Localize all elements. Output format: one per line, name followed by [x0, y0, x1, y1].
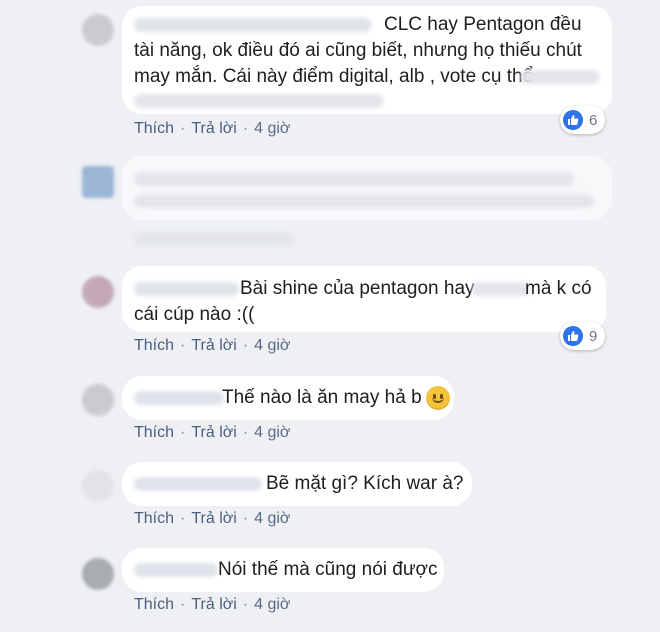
blurred-author-name[interactable] [134, 282, 239, 296]
comment-bubble: CLC hay Pentagon đều tài năng, ok điều đ… [122, 6, 612, 114]
blurred-actions [134, 232, 294, 246]
separator: · [242, 120, 249, 137]
comment-text-line: Thế nào là ăn may hả b [222, 386, 450, 410]
separator: · [180, 337, 186, 354]
comment-actions: Thích · Trả lời · 4 giờ [134, 424, 290, 442]
blurred-author-name[interactable] [134, 563, 218, 577]
separator: · [180, 596, 186, 613]
comment-text-line: cái cúp nào :(( [134, 304, 255, 325]
slightly-smiling-face-icon [425, 386, 450, 410]
like-link[interactable]: Thích [134, 424, 174, 442]
separator: · [242, 510, 249, 527]
timestamp[interactable]: 4 giờ [254, 337, 290, 355]
comment-bubble: Nói thế mà cũng nói được [122, 548, 444, 592]
comment-text-line: may mắn. Cái này điểm digital, alb , vot… [134, 66, 534, 87]
comment-bubble: Bài shine của pentagon hay mà k có cái c… [122, 266, 606, 332]
comment-actions: Thích · Trả lời · 4 giờ [134, 337, 290, 355]
reply-link[interactable]: Trả lời [191, 596, 236, 614]
comment-bubble: Thế nào là ăn may hả b [122, 376, 454, 420]
blurred-text [134, 172, 574, 186]
avatar[interactable] [82, 14, 114, 46]
separator: · [180, 510, 186, 527]
avatar[interactable] [82, 166, 114, 198]
blurred-text [472, 282, 530, 296]
comment-text-line: Bẽ mặt gì? Kích war à? [266, 473, 464, 494]
comment-text-line: Bài shine của pentagon hay [240, 278, 475, 299]
like-link[interactable]: Thích [134, 510, 174, 528]
comment-actions: Thích · Trả lời · 4 giờ [134, 510, 290, 528]
comment-actions: Thích · Trả lời · 4 giờ [134, 596, 290, 614]
blurred-author-name[interactable] [134, 477, 262, 491]
reaction-count[interactable]: 9 [560, 322, 606, 350]
like-icon [563, 110, 583, 130]
blurred-text [520, 70, 600, 84]
separator: · [242, 337, 249, 354]
blurred-author-name[interactable] [134, 391, 224, 405]
avatar[interactable] [82, 384, 114, 416]
avatar[interactable] [82, 276, 114, 308]
blurred-text [134, 194, 594, 208]
reply-link[interactable]: Trả lời [191, 337, 236, 355]
comment-text: Thế nào là ăn may hả b [222, 387, 422, 409]
comment-text-line: mà k có [525, 278, 592, 299]
timestamp[interactable]: 4 giờ [254, 510, 290, 528]
comment-text-line: CLC hay Pentagon đều [384, 14, 582, 35]
timestamp[interactable]: 4 giờ [254, 596, 290, 614]
like-link[interactable]: Thích [134, 337, 174, 355]
timestamp[interactable]: 4 giờ [254, 424, 290, 442]
comment-text-line: Nói thế mà cũng nói được [218, 559, 438, 580]
timestamp[interactable]: 4 giờ [254, 120, 290, 138]
avatar[interactable] [82, 470, 114, 502]
reply-link[interactable]: Trả lời [191, 510, 236, 528]
reply-link[interactable]: Trả lời [191, 424, 236, 442]
blurred-author-name[interactable] [134, 18, 372, 32]
separator: · [242, 424, 249, 441]
separator: · [180, 120, 186, 137]
like-link[interactable]: Thích [134, 120, 174, 138]
reply-link[interactable]: Trả lời [191, 120, 236, 138]
comment-bubble: Bẽ mặt gì? Kích war à? [122, 462, 472, 506]
separator: · [180, 424, 186, 441]
separator: · [242, 596, 249, 613]
comment-bubble [122, 156, 612, 220]
reaction-count[interactable]: 6 [560, 106, 606, 134]
comment-text-line: tài năng, ok điều đó ai cũng biết, nhưng… [134, 40, 582, 61]
reaction-number: 6 [589, 111, 598, 129]
comment-actions: Thích · Trả lời · 4 giờ [134, 120, 290, 138]
like-link[interactable]: Thích [134, 596, 174, 614]
blurred-text [134, 94, 384, 108]
avatar[interactable] [82, 558, 114, 590]
reaction-number: 9 [589, 327, 598, 345]
like-icon [563, 326, 583, 346]
